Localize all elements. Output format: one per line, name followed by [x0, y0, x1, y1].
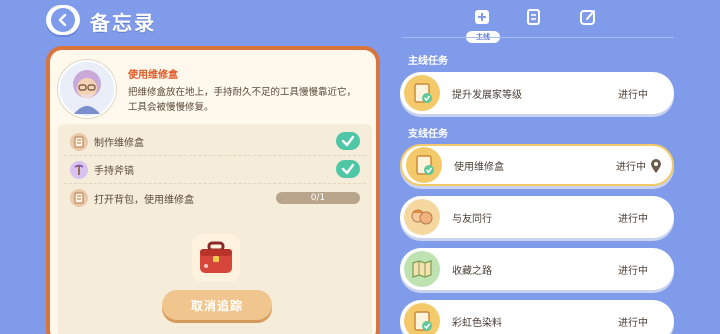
step-label: 打开背包，使用维修盒 — [94, 194, 194, 206]
quest-status: 进行中 — [616, 161, 646, 173]
quest-item[interactable]: 收藏之路 进行中 — [400, 248, 674, 290]
quest-name: 提升发展家等级 — [452, 89, 522, 101]
quest-scroll-icon — [404, 303, 440, 334]
back-button[interactable] — [46, 5, 80, 35]
step-progress-bar: 0/1 — [276, 192, 360, 204]
tab-edit[interactable] — [576, 6, 600, 28]
quest-status: 进行中 — [618, 89, 648, 101]
quest-scroll-icon — [406, 147, 442, 183]
quest-name: 收藏之路 — [452, 265, 492, 277]
side-quests-heading: 支线任务 — [408, 129, 448, 140]
scroll-icon — [70, 132, 88, 151]
quest-status: 进行中 — [618, 317, 648, 329]
task-name: 使用维修盒 — [128, 70, 178, 81]
task-description: 把维修盒放在地上，手持耐久不足的工具慢慢靠近它，工具会被慢慢修复。 — [128, 87, 357, 113]
edit-icon — [580, 10, 595, 25]
main-quests-heading: 主线任务 — [408, 56, 448, 67]
toolbox-icon — [200, 241, 232, 273]
quest-item[interactable]: 彩虹色染料 进行中 — [400, 300, 674, 334]
quest-scroll-icon — [404, 75, 440, 111]
task-steps: 制作维修盒 手持斧镐 打开背包，使用维修盒 0/1 取消追踪 — [58, 124, 372, 334]
tab-notes[interactable] — [522, 6, 546, 28]
step-item: 制作维修盒 — [64, 128, 366, 156]
step-item: 手持斧镐 — [64, 156, 366, 184]
task-header: 使用维修盒 把维修盒放在地上，手持耐久不足的工具慢慢靠近它，工具会被慢慢修复。 — [58, 60, 368, 122]
quest-name: 与友同行 — [452, 213, 492, 225]
step-label: 手持斧镐 — [94, 166, 134, 177]
tab-main-quests[interactable] — [470, 6, 494, 28]
quest-item[interactable]: 与友同行 进行中 — [400, 196, 674, 238]
quest-item[interactable]: 提升发展家等级 进行中 — [400, 72, 674, 114]
repair-box-item[interactable] — [192, 234, 240, 282]
page-title: 备忘录 — [90, 11, 156, 35]
tabs-divider — [402, 37, 674, 38]
friends-icon — [404, 199, 440, 235]
task-detail-inner: 使用维修盒 把维修盒放在地上，手持耐久不足的工具慢慢靠近它，工具会被慢慢修复。 … — [50, 50, 376, 334]
quest-item-active[interactable]: 使用维修盒 进行中 — [400, 144, 674, 186]
quest-status: 进行中 — [618, 213, 648, 225]
notes-icon — [527, 9, 540, 25]
quest-book-icon — [475, 10, 489, 24]
scroll-icon — [70, 189, 88, 207]
quest-status: 进行中 — [618, 265, 648, 277]
step-progress-text: 0/1 — [310, 193, 326, 203]
pickaxe-icon — [70, 160, 88, 179]
task-detail-card: 使用维修盒 把维修盒放在地上，手持耐久不足的工具慢慢靠近它，工具会被慢慢修复。 … — [46, 46, 380, 334]
step-item: 打开背包，使用维修盒 0/1 — [64, 184, 366, 212]
check-icon — [336, 160, 360, 178]
cancel-tracking-button[interactable]: 取消追踪 — [162, 290, 272, 320]
back-arrow-icon — [51, 8, 75, 32]
map-icon — [404, 251, 440, 287]
step-label: 制作维修盒 — [94, 138, 144, 149]
npc-avatar — [58, 60, 116, 118]
check-icon — [336, 132, 360, 150]
location-pin-icon — [651, 159, 661, 173]
quest-name: 彩虹色染料 — [452, 317, 502, 329]
quest-name: 使用维修盒 — [454, 161, 504, 173]
